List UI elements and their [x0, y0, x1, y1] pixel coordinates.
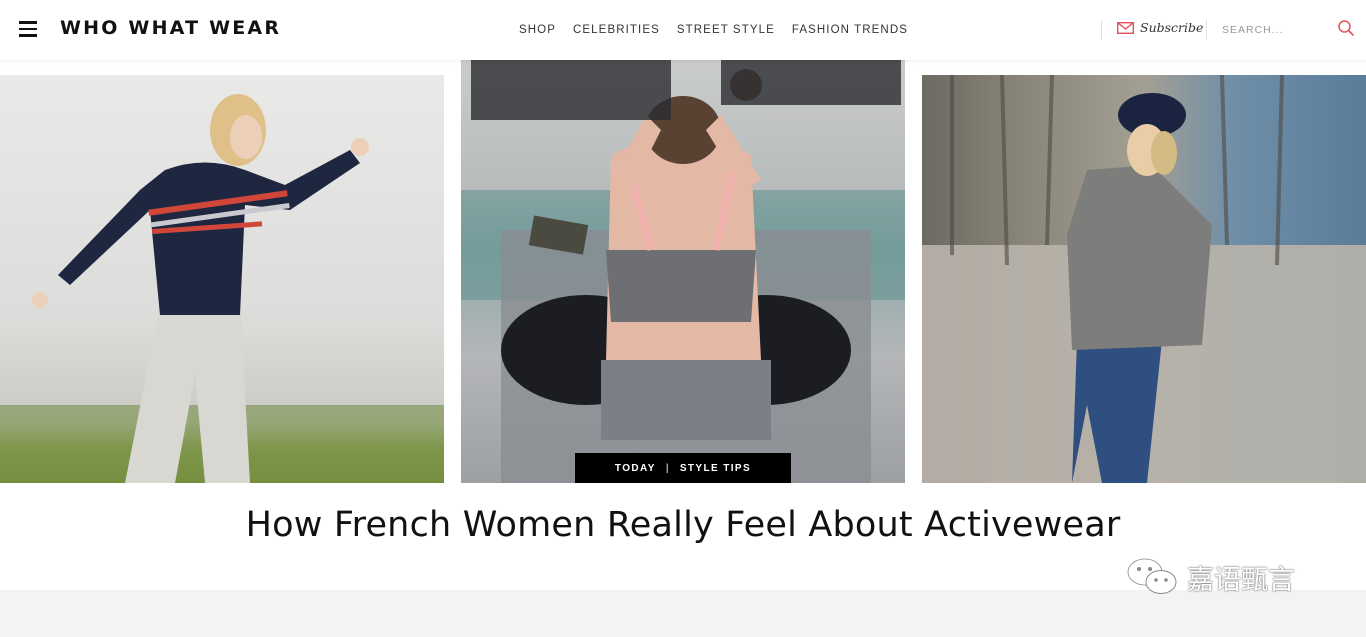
header-divider — [1101, 20, 1102, 40]
article-image-center[interactable] — [461, 60, 905, 483]
tag-separator: | — [665, 462, 670, 474]
article-headline[interactable]: How French Women Really Feel About Activ… — [0, 505, 1366, 545]
nav-celebrities[interactable]: CELEBRITIES — [573, 24, 660, 36]
header-divider — [1206, 20, 1207, 40]
subscribe-button[interactable]: Subscribe — [1117, 20, 1203, 35]
menu-icon[interactable] — [19, 21, 37, 37]
main-nav: SHOP CELEBRITIES STREET STYLE FASHION TR… — [519, 24, 908, 36]
search-input[interactable] — [1222, 22, 1332, 38]
tag-style-tips: STYLE TIPS — [679, 462, 752, 474]
article-image-left[interactable] — [0, 75, 444, 483]
watermark: 嘉语甄言 — [1125, 556, 1295, 598]
article-image-right[interactable] — [922, 75, 1366, 483]
wechat-icon — [1126, 557, 1177, 594]
envelope-icon — [1117, 21, 1134, 34]
tag-today: TODAY — [614, 462, 656, 474]
site-logo[interactable]: WHO WHAT WEAR — [60, 17, 281, 39]
nav-fashion-trends[interactable]: FASHION TRENDS — [792, 24, 908, 36]
nav-street-style[interactable]: STREET STYLE — [677, 24, 775, 36]
subscribe-label: Subscribe — [1140, 20, 1204, 35]
search-icon[interactable] — [1337, 19, 1355, 37]
nav-shop[interactable]: SHOP — [519, 24, 556, 36]
category-tag[interactable]: TODAY | STYLE TIPS — [575, 453, 791, 483]
watermark-text: 嘉语甄言 — [1187, 564, 1295, 596]
site-header: WHO WHAT WEAR SHOP CELEBRITIES STREET ST… — [0, 0, 1366, 60]
